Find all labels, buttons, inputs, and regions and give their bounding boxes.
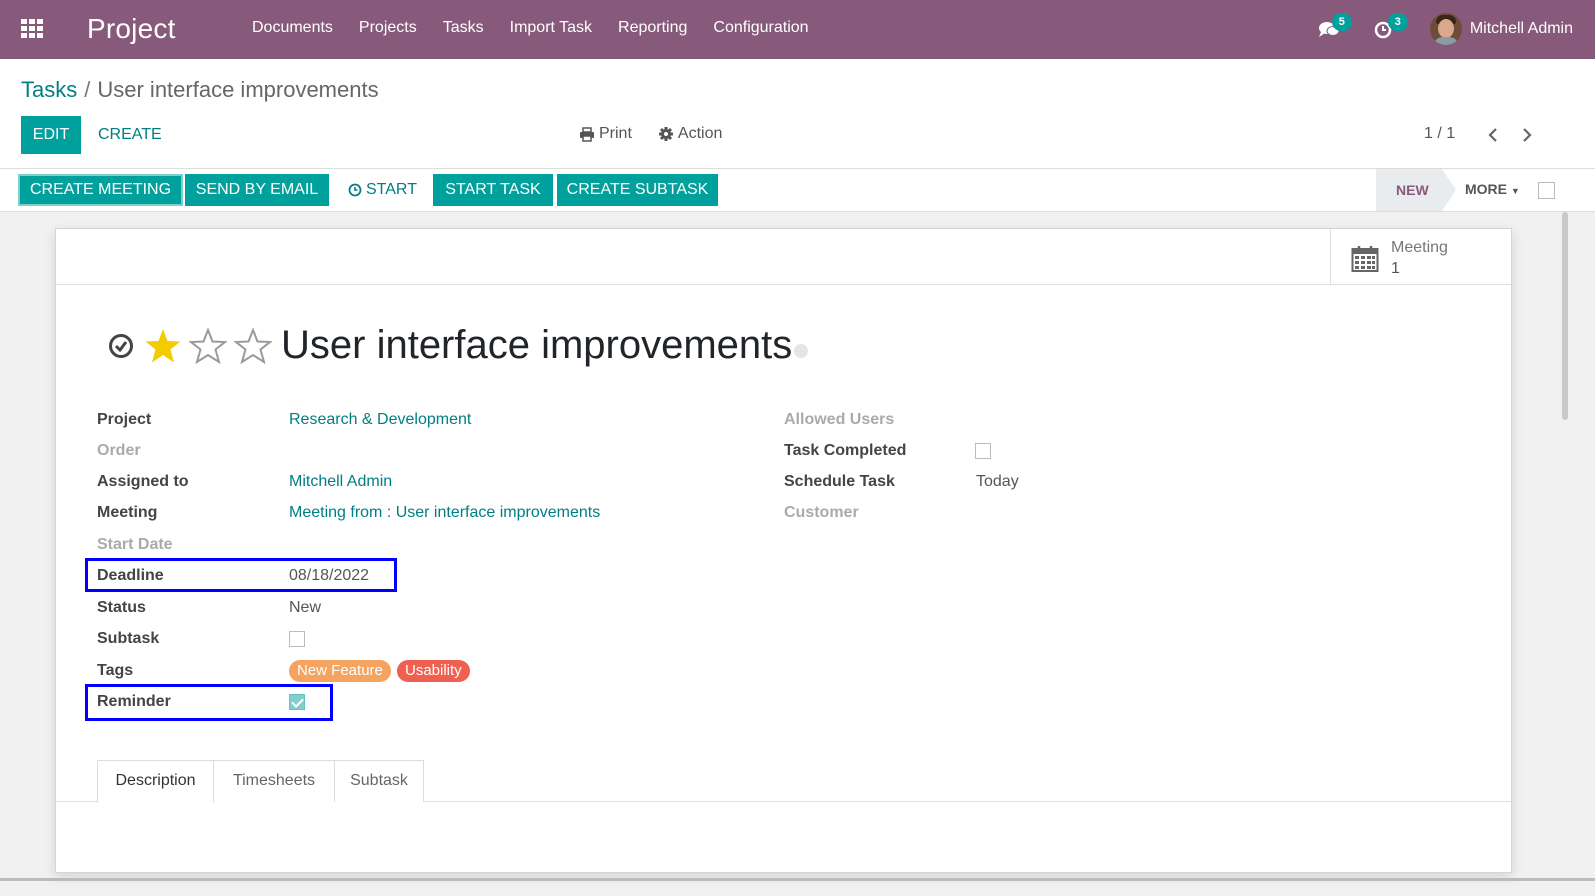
schedule-task-value: Today xyxy=(976,473,1019,490)
send-by-email-button[interactable]: SEND BY EMAIL xyxy=(185,174,329,206)
stage-new[interactable]: NEW xyxy=(1376,169,1456,211)
action-dropdown[interactable]: Action xyxy=(658,125,722,143)
apps-menu-icon[interactable] xyxy=(21,19,43,39)
button-box: Meeting 1 xyxy=(56,229,1511,285)
pager-value[interactable]: 1 / 1 xyxy=(1424,125,1455,143)
task-title[interactable]: User interface improvements xyxy=(281,323,792,368)
chevron-right-icon[interactable] xyxy=(1520,127,1534,143)
messages-button[interactable]: 5 xyxy=(1318,13,1352,40)
edit-button[interactable]: EDIT xyxy=(21,116,81,154)
subtask-checkbox[interactable] xyxy=(289,631,305,647)
priority-star-1-icon[interactable] xyxy=(144,328,182,364)
menu-item-documents[interactable]: Documents xyxy=(252,19,333,37)
tab-description[interactable]: Description xyxy=(97,760,214,803)
smart-button-label: Meeting xyxy=(1391,239,1448,256)
stage-checkbox[interactable] xyxy=(1538,182,1555,199)
calendar-icon xyxy=(1351,246,1379,272)
activities-badge: 3 xyxy=(1387,13,1408,31)
form-sheet: Meeting 1 User interface improvements Pr… xyxy=(55,228,1512,873)
action-label: Action xyxy=(677,125,723,142)
priority-star-3-icon[interactable] xyxy=(234,327,272,364)
print-dropdown[interactable]: Print xyxy=(579,125,632,143)
menu-item-reporting[interactable]: Reporting xyxy=(618,19,687,37)
color-dot-icon xyxy=(794,343,809,358)
project-value[interactable]: Research & Development xyxy=(289,411,471,429)
subtask-label: Subtask xyxy=(97,630,160,647)
order-label: Order xyxy=(97,442,141,459)
bottom-divider xyxy=(0,878,1595,881)
task-completed-checkbox[interactable] xyxy=(975,443,991,459)
deadline-highlight-box xyxy=(85,558,397,592)
gear-icon xyxy=(658,127,673,141)
start-timer-button[interactable]: START xyxy=(348,174,417,206)
print-icon xyxy=(580,126,594,142)
systray: 5 3 Mitchell Admin xyxy=(1318,11,1573,47)
status-value: New xyxy=(289,599,322,616)
smart-button-count: 1 xyxy=(1391,260,1400,277)
more-label: MORE xyxy=(1465,181,1507,197)
start-date-label: Start Date xyxy=(97,536,173,553)
start-label: START xyxy=(366,181,417,198)
app-title[interactable]: Project xyxy=(87,13,176,45)
assigned-to-value[interactable]: Mitchell Admin xyxy=(289,473,392,491)
chevron-left-icon[interactable] xyxy=(1486,127,1500,143)
user-menu[interactable]: Mitchell Admin xyxy=(1470,20,1573,38)
print-label: Print xyxy=(599,125,632,142)
menu-item-projects[interactable]: Projects xyxy=(359,19,417,37)
start-task-button[interactable]: START TASK xyxy=(433,174,553,206)
sidebar-actions: Print Action xyxy=(579,125,748,143)
tab-timesheets[interactable]: Timesheets xyxy=(213,760,335,802)
create-meeting-button[interactable]: CREATE MEETING xyxy=(18,174,183,206)
menu-item-configuration[interactable]: Configuration xyxy=(713,19,808,37)
create-subtask-button[interactable]: CREATE SUBTASK xyxy=(557,174,718,206)
assigned-to-label: Assigned to xyxy=(97,473,189,490)
meeting-smart-button[interactable]: Meeting 1 xyxy=(1330,229,1511,285)
tags-label: Tags xyxy=(97,662,134,679)
meeting-label: Meeting xyxy=(97,504,158,521)
page-scrollbar[interactable] xyxy=(1562,212,1568,420)
menu-item-import-task[interactable]: Import Task xyxy=(510,19,592,37)
main-menu: Documents Projects Tasks Import Task Rep… xyxy=(252,19,835,37)
tab-subtask[interactable]: Subtask xyxy=(334,760,424,802)
allowed-users-label: Allowed Users xyxy=(784,411,895,428)
messages-badge: 5 xyxy=(1331,13,1352,31)
clock-icon xyxy=(348,183,362,197)
task-completed-label: Task Completed xyxy=(784,442,907,459)
stage-more-dropdown[interactable]: MORE ▼ xyxy=(1465,181,1520,197)
breadcrumb-current: User interface improvements xyxy=(97,77,379,102)
form-statusbar: CREATE MEETING SEND BY EMAIL START START… xyxy=(0,169,1595,212)
user-avatar[interactable] xyxy=(1429,13,1462,45)
caret-down-icon: ▼ xyxy=(1510,186,1520,196)
title-row: User interface improvements xyxy=(108,323,809,368)
breadcrumb-separator: / xyxy=(84,77,91,102)
project-label: Project xyxy=(97,411,152,428)
kanban-state-icon[interactable] xyxy=(108,333,134,359)
meeting-value[interactable]: Meeting from : User interface improvemen… xyxy=(289,504,600,522)
tag-new-feature[interactable]: New Feature xyxy=(289,660,391,682)
create-button[interactable]: CREATE xyxy=(98,116,162,154)
top-navbar: Project Documents Projects Tasks Import … xyxy=(0,0,1595,59)
customer-label: Customer xyxy=(784,504,859,521)
schedule-task-label: Schedule Task xyxy=(784,473,895,490)
breadcrumb: Tasks / User interface improvements xyxy=(21,77,379,103)
menu-item-tasks[interactable]: Tasks xyxy=(443,19,484,37)
breadcrumb-tasks[interactable]: Tasks xyxy=(21,77,77,102)
control-panel: Tasks / User interface improvements EDIT C… xyxy=(0,59,1595,169)
status-label: Status xyxy=(97,599,146,616)
notebook-tabs: Description Timesheets Subtask xyxy=(56,760,1511,803)
tag-usability[interactable]: Usability xyxy=(397,660,470,682)
activities-button[interactable]: 3 xyxy=(1374,13,1408,40)
priority-star-2-icon[interactable] xyxy=(189,327,227,364)
reminder-highlight-box xyxy=(85,684,333,721)
